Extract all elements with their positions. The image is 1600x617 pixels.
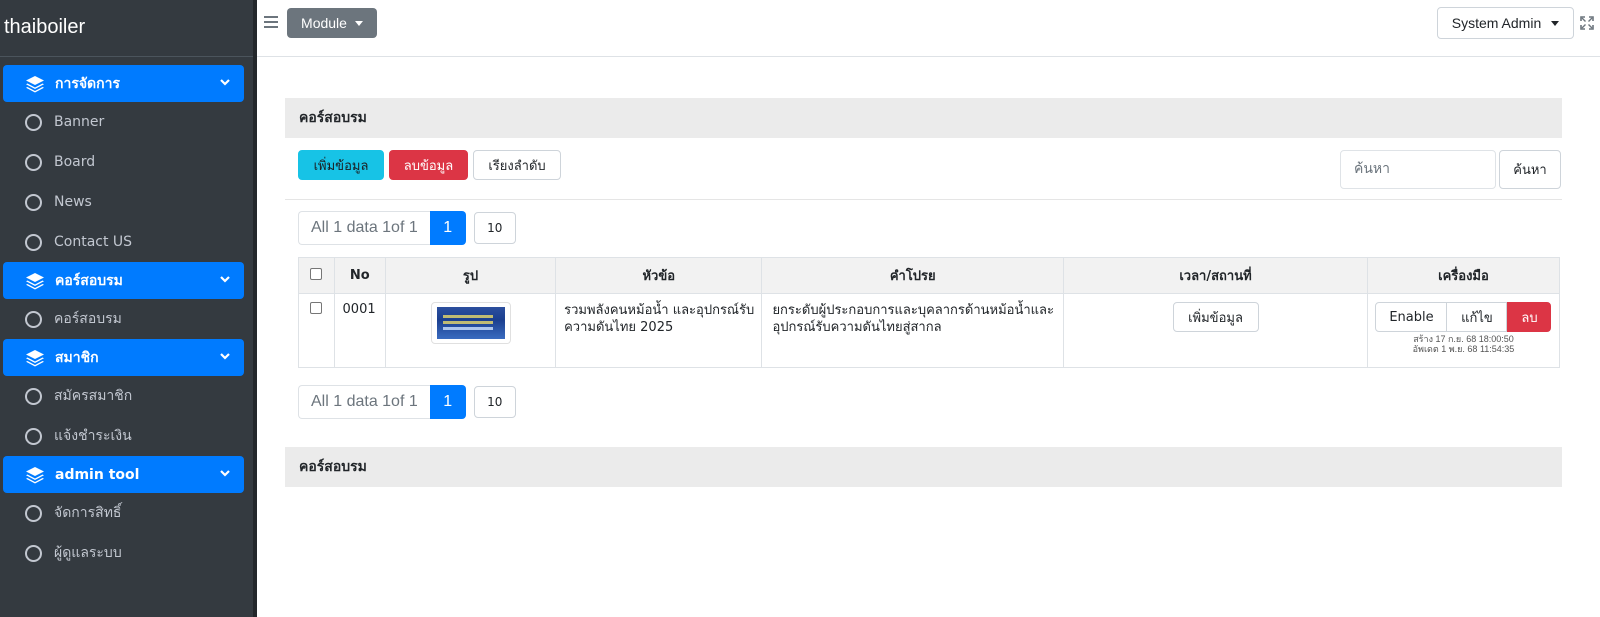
circle-icon: [25, 504, 42, 522]
column-header-no: No: [333, 257, 386, 294]
sidebar-item-board[interactable]: Board: [0, 142, 253, 182]
sidebar-item-label: คอร์สอบรม: [54, 311, 122, 327]
main-content: คอร์สอบรม เพิ่มข้อมูล ลบข้อมูล เรียงลำดั…: [285, 98, 1562, 487]
sidebar: thaiboiler การจัดการ Banner Board News C…: [0, 0, 257, 617]
pagination-bottom: All 1 data 1of 1 1 10: [285, 384, 1562, 420]
pagination-info: All 1 data 1of 1: [298, 211, 430, 245]
search-input[interactable]: ค้นหา: [1340, 150, 1496, 189]
hamburger-icon[interactable]: [264, 15, 278, 29]
table-header-row: No รูป หัวข้อ คำโปรย เวลา/สถานที่ เครื่อ…: [298, 257, 1561, 294]
caret-down-icon: [354, 20, 363, 26]
sidebar-item-label: Banner: [54, 114, 105, 130]
sidebar-item-banner[interactable]: Banner: [0, 102, 253, 142]
row-tools-cell: Enable แก้ไข ลบ สร้าง 17 ก.ย. 68 18:00:5…: [1366, 293, 1561, 368]
chevron-down-icon: [220, 470, 230, 477]
circle-icon: [25, 153, 42, 171]
row-checkbox[interactable]: [310, 302, 323, 314]
sidebar-item-permissions[interactable]: จัดการสิทธิ์: [0, 493, 253, 533]
edit-button[interactable]: แก้ไข: [1447, 302, 1508, 332]
toolbar: เพิ่มข้อมูล ลบข้อมูล เรียงลำดับ ค้นหา ค้…: [285, 138, 1562, 200]
page-1-button[interactable]: 1: [429, 211, 466, 245]
sidebar-item-label: จัดการสิทธิ์: [54, 505, 122, 521]
table-row: 0001 รวมพลังคนหม้อน้ำ และอุปกรณ์รับความด…: [298, 293, 1561, 368]
updated-timestamp: อัพเดต 1 พ.ย. 68 11:54:35: [1412, 344, 1515, 354]
select-all-cell: [298, 257, 335, 294]
created-timestamp: สร้าง 17 ก.ย. 68 18:00:50: [1413, 334, 1514, 344]
delete-button[interactable]: ลบข้อมูล: [389, 150, 468, 180]
row-select-cell: [298, 293, 335, 368]
column-header-title: หัวข้อ: [555, 257, 763, 294]
sidebar-item-courses[interactable]: คอร์สอบรม: [0, 299, 253, 339]
sidebar-group-label: admin tool: [55, 466, 140, 483]
layers-icon: [26, 349, 44, 366]
page-1-button[interactable]: 1: [429, 385, 466, 419]
sidebar-item-register[interactable]: สมัครสมาชิก: [0, 376, 253, 416]
chevron-down-icon: [220, 276, 230, 283]
circle-icon: [25, 387, 42, 405]
brand-logo[interactable]: thaiboiler: [0, 0, 253, 57]
circle-icon: [25, 193, 42, 211]
top-navbar: Module System Admin: [257, 0, 1600, 57]
sidebar-item-label: News: [54, 194, 92, 210]
column-header-description: คำโปรย: [761, 257, 1065, 294]
sidebar-group-courses[interactable]: คอร์สอบรม: [3, 262, 244, 299]
user-dropdown-button[interactable]: System Admin: [1437, 7, 1574, 39]
sidebar-item-label: Contact US: [54, 234, 133, 250]
layers-icon: [26, 272, 44, 289]
row-action-buttons: Enable แก้ไข ลบ: [1368, 302, 1559, 332]
row-description: ยกระดับผู้ประกอบการและบุคลากรด้านหม้อน้ำ…: [761, 293, 1065, 368]
page-size-select[interactable]: 10: [473, 386, 516, 418]
sidebar-item-label: Board: [54, 154, 96, 170]
sidebar-item-payment[interactable]: แจ้งชำระเงิน: [0, 416, 253, 456]
caret-down-icon: [1551, 20, 1560, 26]
row-delete-button[interactable]: ลบ: [1507, 302, 1552, 332]
sidebar-group-label: การจัดการ: [55, 75, 121, 92]
sidebar-item-contact-us[interactable]: Contact US: [0, 222, 253, 262]
sidebar-item-administrators[interactable]: ผู้ดูแลระบบ: [0, 533, 253, 573]
row-image-cell: [384, 293, 557, 368]
chevron-down-icon: [220, 79, 230, 86]
module-label: Module: [301, 15, 347, 31]
column-header-tools: เครื่องมือ: [1366, 257, 1561, 294]
module-dropdown-button[interactable]: Module: [287, 8, 377, 38]
column-header-image: รูป: [384, 257, 557, 294]
add-time-place-button[interactable]: เพิ่มข้อมูล: [1172, 302, 1259, 332]
sidebar-item-news[interactable]: News: [0, 182, 253, 222]
layers-icon: [26, 466, 44, 483]
chevron-down-icon: [220, 353, 230, 360]
row-no: 0001: [333, 293, 386, 368]
pagination-top: All 1 data 1of 1 1 10: [285, 210, 1562, 246]
card-footer-title: คอร์สอบรม: [285, 447, 1562, 487]
sidebar-group-label: คอร์สอบรม: [55, 272, 123, 289]
enable-button[interactable]: Enable: [1375, 302, 1448, 332]
circle-icon: [25, 310, 42, 328]
circle-icon: [25, 544, 42, 562]
layers-icon: [26, 75, 44, 92]
thumbnail-image: [436, 307, 505, 339]
courses-table: No รูป หัวข้อ คำโปรย เวลา/สถานที่ เครื่อ…: [298, 257, 1561, 368]
card-title: คอร์สอบรม: [285, 98, 1562, 138]
circle-icon: [25, 427, 42, 445]
sidebar-item-label: แจ้งชำระเงิน: [54, 428, 132, 444]
sidebar-item-label: ผู้ดูแลระบบ: [54, 545, 122, 561]
row-title: รวมพลังคนหม้อน้ำ และอุปกรณ์รับความดันไทย…: [555, 293, 763, 368]
row-time-place-cell: เพิ่มข้อมูล: [1063, 293, 1368, 368]
search-button[interactable]: ค้นหา: [1499, 150, 1561, 189]
sidebar-group-management[interactable]: การจัดการ: [3, 65, 244, 102]
sort-button[interactable]: เรียงลำดับ: [473, 150, 561, 180]
circle-icon: [25, 233, 42, 251]
circle-icon: [25, 113, 42, 131]
course-thumbnail[interactable]: [430, 302, 511, 344]
sidebar-item-label: สมัครสมาชิก: [54, 388, 133, 404]
sidebar-group-admin-tool[interactable]: admin tool: [3, 456, 244, 493]
select-all-checkbox[interactable]: [310, 267, 323, 280]
column-header-time-place: เวลา/สถานที่: [1063, 257, 1368, 294]
user-label: System Admin: [1451, 15, 1542, 31]
add-button[interactable]: เพิ่มข้อมูล: [298, 150, 384, 180]
sidebar-group-members[interactable]: สมาชิก: [3, 339, 244, 376]
pagination-info: All 1 data 1of 1: [298, 385, 430, 419]
fullscreen-icon[interactable]: [1580, 16, 1594, 30]
page-size-select[interactable]: 10: [473, 212, 516, 244]
sidebar-group-label: สมาชิก: [55, 349, 99, 366]
